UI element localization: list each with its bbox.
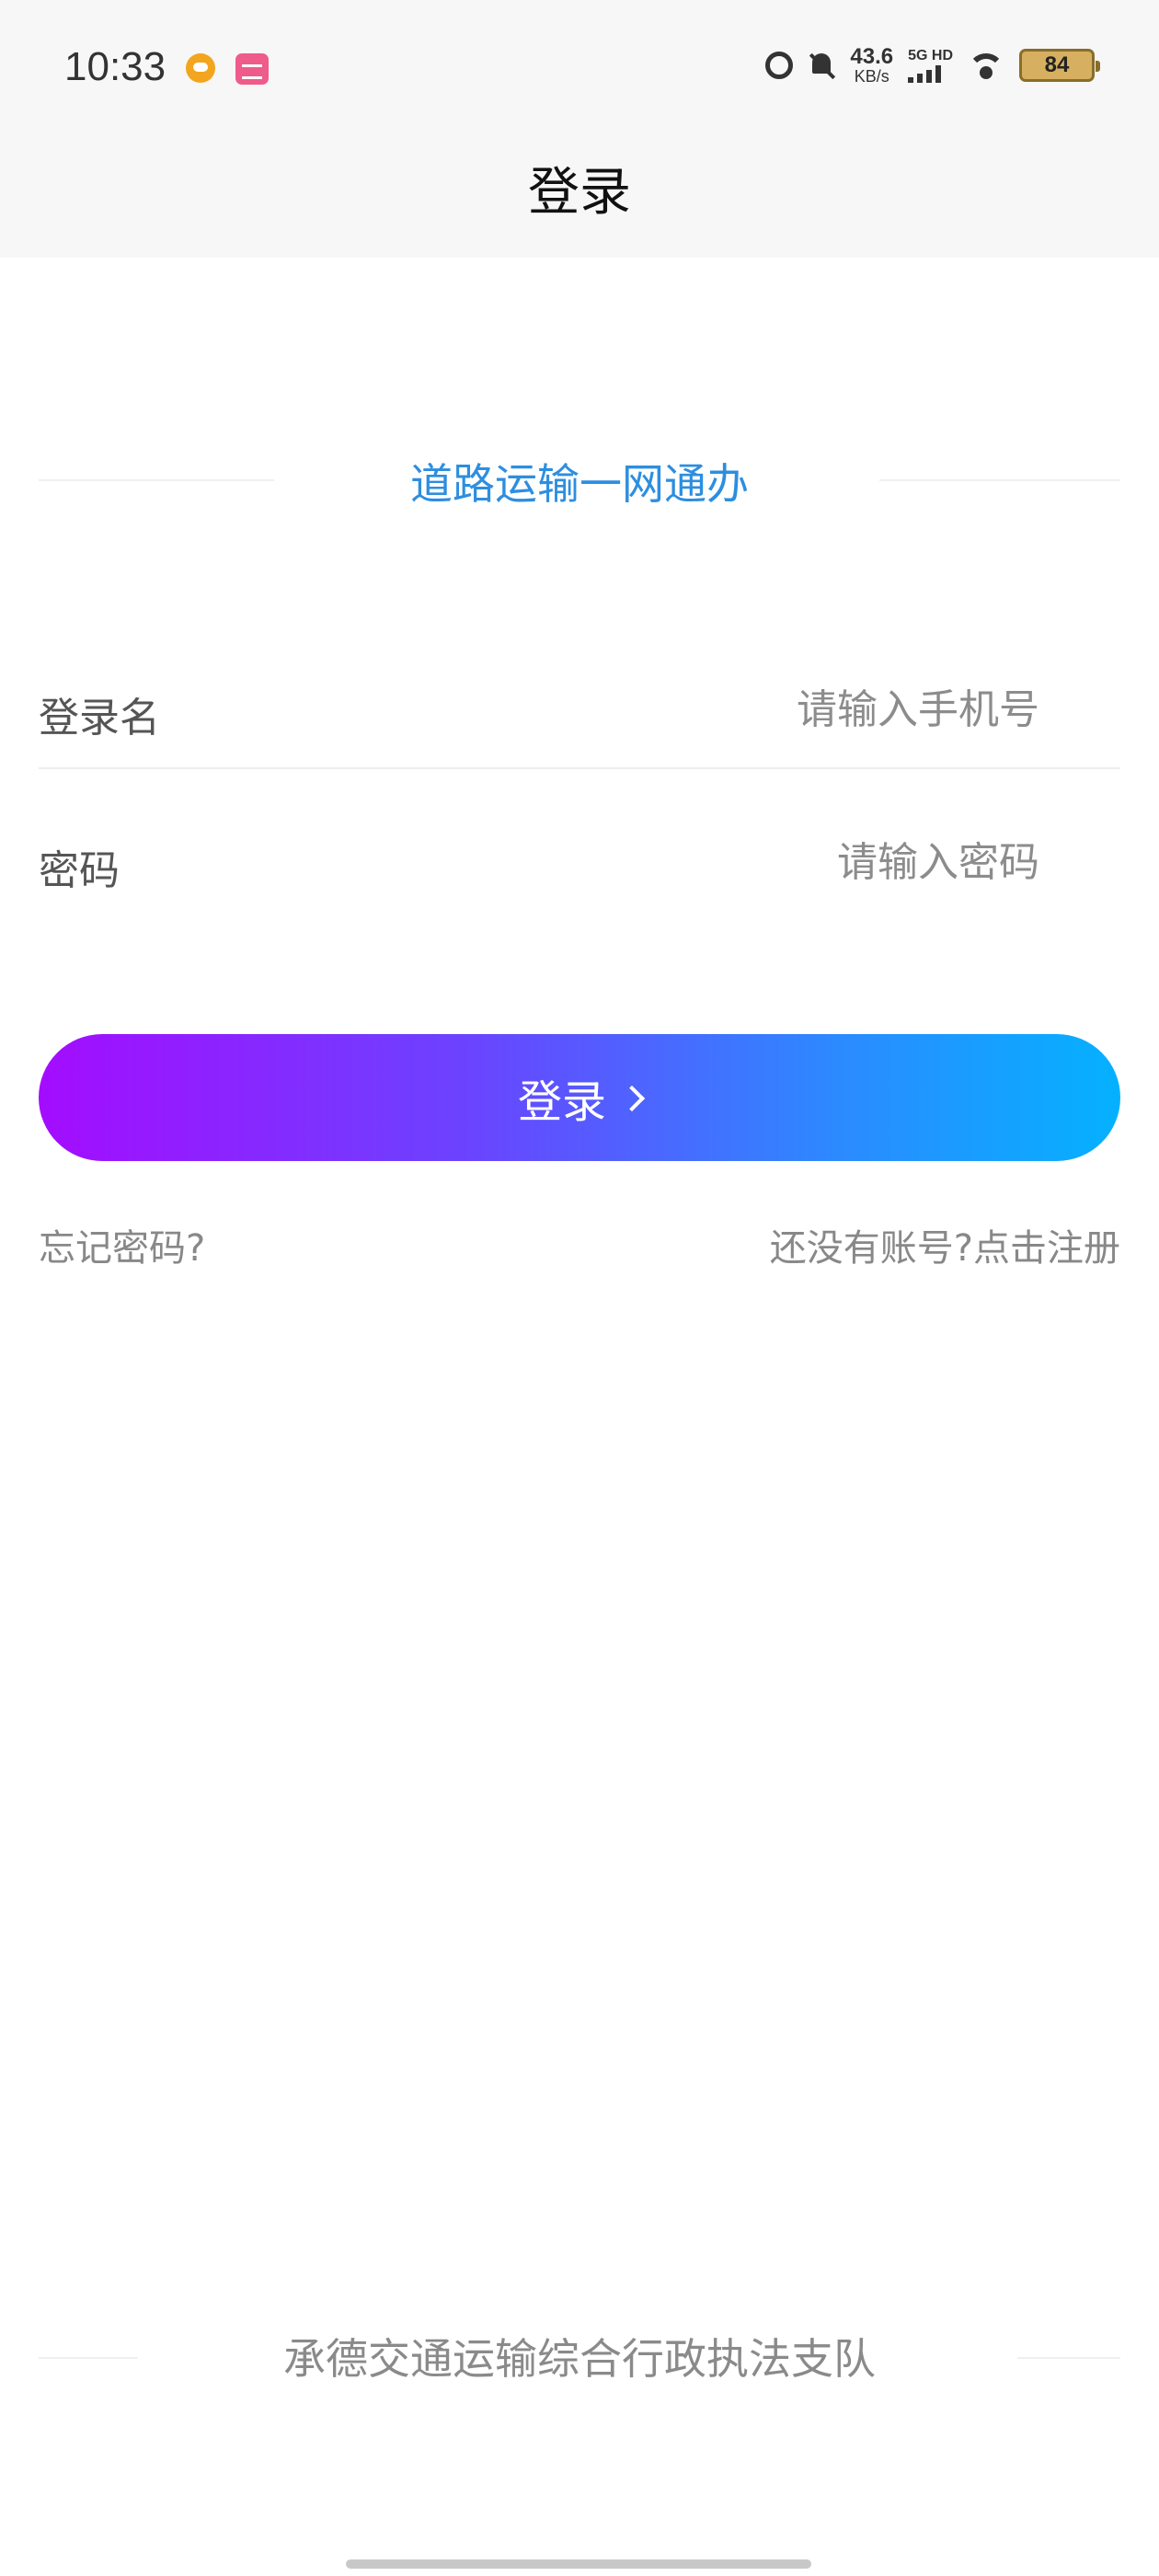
forgot-password-link[interactable]: 忘记密码? [39,1218,205,1271]
password-row: 密码 [39,810,1120,920]
home-indicator[interactable] [346,2559,811,2569]
username-label: 登录名 [39,695,160,742]
status-bar: 10:33 43.6 KB/s 5G HD 84 [0,0,1159,138]
alarm-icon [765,52,794,79]
footer: 承德交通运输综合行政执法支队 [39,2326,1120,2390]
username-row: 登录名 [39,657,1120,769]
footer-text: 承德交通运输综合行政执法支队 [283,2334,876,2384]
bilibili-notification-icon [235,53,269,85]
mute-icon [808,52,835,79]
cellular-signal-icon: 5G HD [908,48,953,83]
signal-label: 5G HD [908,48,953,63]
network-speed-unit: KB/s [854,67,889,86]
chevron-right-icon [618,1085,646,1112]
password-input[interactable] [522,834,1041,891]
page-title: 登录 [528,163,631,223]
notification-icons [186,53,269,85]
brand-title: 道路运输一网通办 [410,459,749,509]
brand-heading: 道路运输一网通办 [39,447,1120,512]
wifi-icon [968,50,1004,81]
status-indicators: 43.6 KB/s 5G HD 84 [765,44,1100,86]
login-button-label: 登录 [517,1076,606,1128]
network-speed-value: 43.6 [850,44,894,69]
password-label: 密码 [39,847,120,894]
signal-bars [908,64,942,83]
register-link[interactable]: 还没有账号?点击注册 [770,1218,1120,1271]
login-button[interactable]: 登录 [39,1034,1120,1161]
status-time: 10:33 [64,44,166,89]
username-input[interactable] [522,681,1041,738]
footer-divider-right [1017,2357,1120,2359]
nav-bar: 登录 [0,138,1159,258]
divider-right [879,479,1120,481]
network-speed: 43.6 KB/s [850,44,894,86]
battery-icon: 84 [1019,49,1100,82]
app-notification-icon [186,53,215,83]
